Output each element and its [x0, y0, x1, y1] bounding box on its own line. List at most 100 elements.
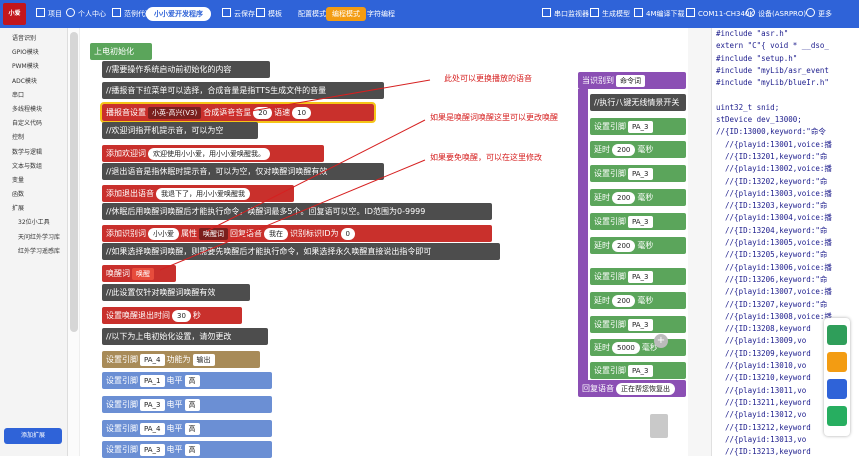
category-math-logic[interactable]: 数学与逻辑: [0, 146, 67, 160]
right-pin-block-6[interactable]: 设置引脚 PA_3: [590, 362, 686, 379]
mode-block[interactable]: 编程模式: [326, 7, 366, 21]
category-pwm[interactable]: PWM模块: [0, 60, 67, 74]
delay-block-3[interactable]: 延时 200 毫秒: [590, 237, 686, 254]
category-adc[interactable]: ADC模块: [0, 75, 67, 89]
pin-dropdown[interactable]: PA_4: [140, 422, 165, 435]
delay-input[interactable]: 5000: [612, 341, 640, 354]
category-gpio[interactable]: GPIO模块: [0, 46, 67, 60]
delay-input[interactable]: 200: [612, 239, 636, 252]
category-speech[interactable]: 语音识别: [0, 32, 67, 46]
right-pin-block-1[interactable]: 设置引脚 PA_3: [590, 118, 686, 135]
cloud-save-button[interactable]: 云保存: [222, 8, 255, 21]
pin-mode-block[interactable]: 设置引脚 PA_4 功能为 输出: [102, 351, 260, 368]
delay-input[interactable]: 200: [612, 143, 636, 156]
timeout-block[interactable]: 设置唤醒退出时间 30 秒: [102, 307, 242, 324]
comment-block-4[interactable]: //退出语音是指休眠时提示音，可以为空，仅对唤醒词唤醒有效: [102, 163, 384, 180]
zoom-reset-button[interactable]: +: [654, 334, 668, 348]
reply-input[interactable]: 我在: [264, 227, 288, 240]
delay-block-4[interactable]: 延时 200 毫秒: [590, 292, 686, 309]
scrollbar-thumb[interactable]: [70, 32, 78, 332]
pin-dropdown[interactable]: PA_3: [628, 120, 653, 133]
comment-block-7[interactable]: //此设置仅针对唤醒词唤醒有效: [102, 284, 250, 301]
right-comment-block[interactable]: //执行八键无线情景开关: [590, 94, 686, 111]
category-custom-code[interactable]: 自定义代码: [0, 117, 67, 131]
init-hat-block[interactable]: 上电初始化: [90, 43, 152, 60]
wake-mode-block[interactable]: 唤醒词 唤醒: [102, 265, 176, 282]
wake-word-input[interactable]: 小小爱: [148, 227, 179, 240]
comment-block-2[interactable]: //播报音下拉菜单可以选择，合成音量是指TTS生成文件的音量: [102, 82, 384, 99]
welcome-text[interactable]: 欢迎使用小小爱，用小小爱唤醒我。: [148, 147, 270, 160]
speed-input[interactable]: 10: [292, 106, 312, 119]
category-extensions[interactable]: 扩展: [0, 202, 67, 216]
pin-dropdown[interactable]: PA_3: [628, 364, 653, 377]
right-pin-block-5[interactable]: 设置引脚 PA_3: [590, 316, 686, 333]
mode-text[interactable]: 字符编程: [361, 7, 401, 21]
pin-dropdown[interactable]: PA_3: [628, 167, 653, 180]
right-pin-block-3[interactable]: 设置引脚 PA_3: [590, 213, 686, 230]
level-dropdown[interactable]: 高: [184, 374, 200, 387]
timeout-input[interactable]: 30: [172, 309, 191, 322]
delay-input[interactable]: 200: [612, 191, 636, 204]
serial-monitor-button[interactable]: 串口监视器: [542, 8, 589, 21]
pin-dropdown[interactable]: PA_4: [140, 353, 165, 366]
category-variables[interactable]: 变量: [0, 174, 67, 188]
pin-level-block-4[interactable]: 设置引脚 PA_3 电平高: [102, 441, 272, 458]
exit-text[interactable]: 我退下了，用小小爱唤醒我: [156, 187, 250, 200]
device-select[interactable]: 设备(ASRPRO): [746, 8, 806, 21]
edit-icon[interactable]: [827, 379, 847, 399]
reply-text[interactable]: 正在帮您恢复出: [616, 382, 675, 395]
level-dropdown[interactable]: 高: [184, 398, 200, 411]
workspace-scrollbar[interactable]: [68, 28, 80, 456]
share-icon[interactable]: [827, 352, 847, 372]
pin-level-block-1[interactable]: 设置引脚 PA_1 电平高: [102, 372, 272, 389]
template-button[interactable]: 模板: [256, 8, 282, 21]
pin-dropdown[interactable]: PA_3: [628, 215, 653, 228]
delay-block-5[interactable]: 延时 5000 毫秒: [590, 339, 686, 356]
level-dropdown[interactable]: 高: [184, 443, 200, 456]
chat-icon[interactable]: [827, 325, 847, 345]
pin-dropdown[interactable]: PA_3: [628, 270, 653, 283]
category-functions[interactable]: 函数: [0, 188, 67, 202]
category-control[interactable]: 控制: [0, 131, 67, 145]
compile-download-button[interactable]: 4M编译下载: [634, 8, 685, 21]
keyword-type-dropdown[interactable]: 命令词: [616, 74, 645, 87]
qrcode-icon[interactable]: [827, 406, 847, 426]
exit-voice-block[interactable]: 添加退出语音 我退下了，用小小爱唤醒我: [102, 185, 294, 202]
trash-icon[interactable]: [650, 414, 668, 438]
comment-block-5[interactable]: //休眠后用唤醒词唤醒后才能执行命令，唤醒词最多5个。回复语可以空。ID范围为0…: [102, 203, 492, 220]
wake-mode-dropdown[interactable]: 唤醒: [132, 267, 154, 280]
welcome-block[interactable]: 添加欢迎词 欢迎使用小小爱，用小小爱唤醒我。: [102, 145, 324, 162]
volume-input[interactable]: 20: [253, 106, 273, 119]
comment-block-6[interactable]: //如果选择唤醒词唤醒，则需要先唤醒后才能执行命令，如果选择永久唤醒直接说出指令…: [102, 243, 500, 260]
add-extension-button[interactable]: 添加扩展: [4, 428, 62, 444]
comment-block-3[interactable]: //欢迎词指开机提示音，可以为空: [102, 122, 258, 139]
pin-dropdown[interactable]: PA_3: [628, 318, 653, 331]
more-button[interactable]: 更多: [806, 8, 832, 21]
right-pin-block-2[interactable]: 设置引脚 PA_3: [590, 165, 686, 182]
menu-profile[interactable]: 个人中心: [66, 8, 106, 21]
right-pin-block-4[interactable]: 设置引脚 PA_3: [590, 268, 686, 285]
extension-32bit-tools[interactable]: 32位小工具: [0, 216, 67, 230]
category-text-array[interactable]: 文本与数组: [0, 160, 67, 174]
extension-ir-remote[interactable]: 红外学习遥感库: [0, 245, 67, 259]
tts-setting-block[interactable]: 播报音设置 小英-高兴(V3) 合成语音音量 20 语速 10: [100, 102, 376, 123]
category-thread[interactable]: 多线程模块: [0, 103, 67, 117]
on-recognize-block[interactable]: 当识别到 命令词: [578, 72, 686, 89]
wake-type-dropdown[interactable]: 唤醒词: [199, 227, 228, 240]
pin-level-block-3[interactable]: 设置引脚 PA_4 电平高: [102, 420, 272, 437]
pin-dropdown[interactable]: PA_3: [140, 398, 165, 411]
category-serial[interactable]: 串口: [0, 89, 67, 103]
pin-dropdown[interactable]: PA_1: [140, 374, 165, 387]
pin-level-block-2[interactable]: 设置引脚 PA_3 电平高: [102, 396, 272, 413]
level-dropdown[interactable]: 高: [184, 422, 200, 435]
pin-dropdown[interactable]: PA_3: [140, 443, 165, 456]
comment-block-8[interactable]: //以下为上电初始化设置，请勿更改: [102, 328, 268, 345]
wake-word-block[interactable]: 添加识别词 小小爱 属性 唤醒词 回复语音 我在 识别标识ID为 0: [102, 225, 492, 242]
delay-block-2[interactable]: 延时 200 毫秒: [590, 189, 686, 206]
port-select[interactable]: COM11-CH340K: [686, 8, 754, 21]
tab-active-program[interactable]: 小小爱开发程序: [146, 7, 211, 21]
generate-model-button[interactable]: 生成模型: [590, 8, 630, 21]
id-input[interactable]: 0: [340, 227, 355, 240]
comment-block-1[interactable]: //需要操作系统启动前初始化的内容: [102, 61, 270, 78]
menu-project[interactable]: 项目: [36, 8, 62, 21]
